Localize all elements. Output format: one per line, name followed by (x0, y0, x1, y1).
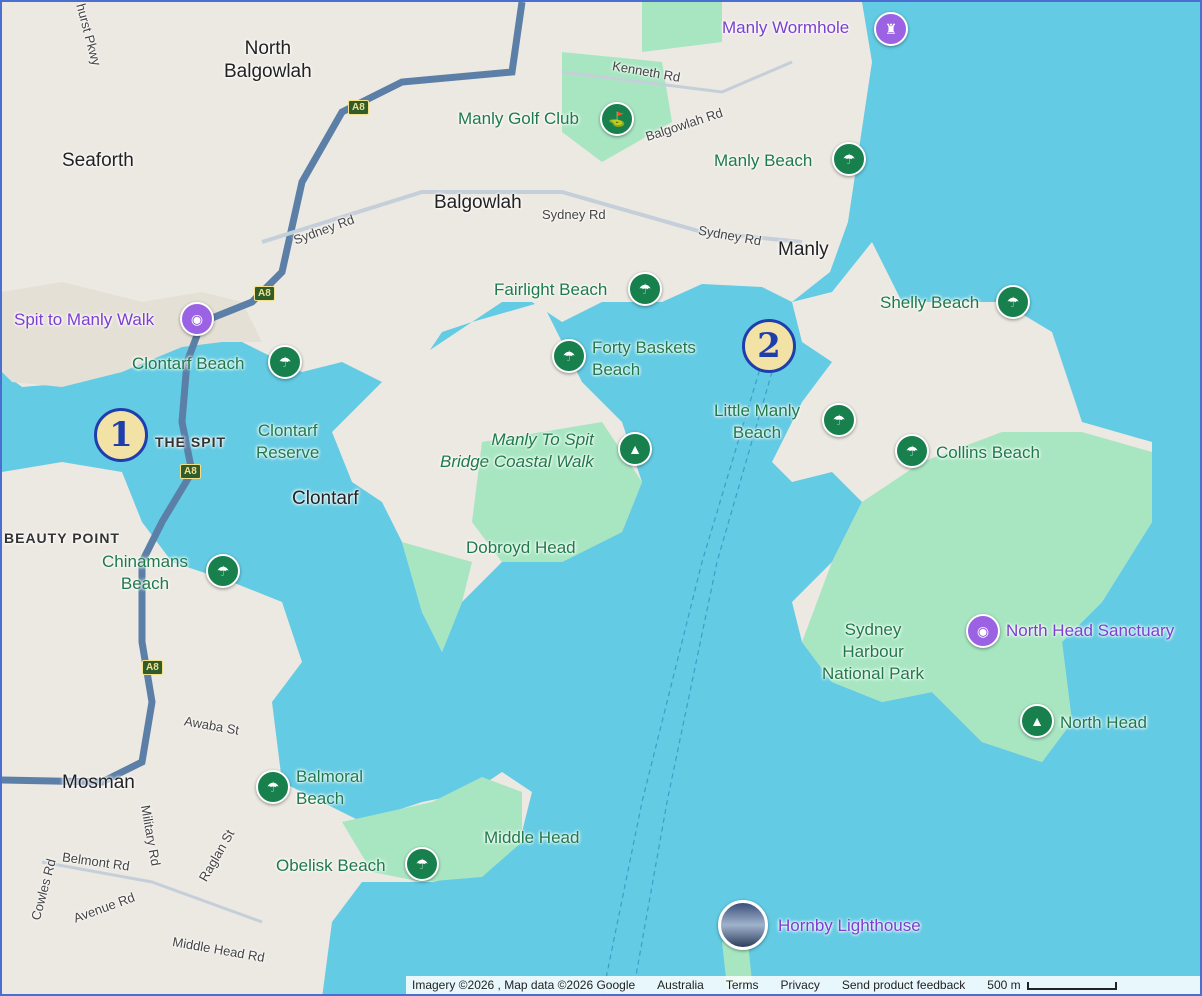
place-manly-wormhole[interactable]: Manly Wormhole (722, 18, 849, 38)
place-north-head-sanctuary[interactable]: North Head Sanctuary (1006, 621, 1174, 641)
beach-umbrella-icon[interactable]: ☂ (268, 345, 302, 379)
place-coastal-walk[interactable]: Manly To Spit Bridge Coastal Walk (440, 429, 594, 473)
place-balmoral-beach[interactable]: Balmoral Beach (296, 766, 363, 810)
scale-label: 500 m (987, 978, 1021, 992)
locality-beauty-point: BEAUTY POINT (4, 530, 120, 546)
scale-bar (1026, 981, 1117, 990)
beach-umbrella-icon[interactable]: ☂ (895, 434, 929, 468)
place-manly-beach[interactable]: Manly Beach (714, 150, 812, 172)
scale-indicator[interactable]: 500 m (987, 978, 1117, 992)
place-manly-golf-club[interactable]: Manly Golf Club (458, 108, 579, 130)
suburb-north-balgowlah: North Balgowlah (224, 38, 312, 82)
beach-umbrella-icon[interactable]: ☂ (822, 403, 856, 437)
route-shield-a8: A8 (142, 660, 163, 675)
place-obelisk-beach[interactable]: Obelisk Beach (276, 855, 386, 877)
suburb-seaforth: Seaforth (62, 150, 134, 171)
attribution-text: Imagery ©2026 , Map data ©2026 Google (412, 978, 636, 992)
beach-umbrella-icon[interactable]: ☂ (628, 272, 662, 306)
feedback-link[interactable]: Send product feedback (842, 978, 965, 992)
place-chinamans-beach[interactable]: Chinamans Beach (102, 551, 188, 595)
map-base-layer (2, 2, 1200, 994)
place-forty-baskets-beach[interactable]: Forty Baskets Beach (592, 337, 696, 381)
suburb-clontarf: Clontarf (292, 488, 359, 509)
marker-2[interactable]: 2 (742, 319, 796, 373)
castle-icon[interactable]: ♜ (874, 12, 908, 46)
beach-umbrella-icon[interactable]: ☂ (996, 285, 1030, 319)
golf-icon[interactable]: ⛳ (600, 102, 634, 136)
map-canvas[interactable]: North Balgowlah Seaforth Balgowlah Manly… (0, 0, 1202, 996)
place-spit-to-manly-walk[interactable]: Spit to Manly Walk (14, 310, 154, 330)
tree-icon[interactable]: ▲ (618, 432, 652, 466)
place-fairlight-beach[interactable]: Fairlight Beach (494, 279, 607, 301)
beach-umbrella-icon[interactable]: ☂ (832, 142, 866, 176)
map-footer: Imagery ©2026 , Map data ©2026 Google Au… (406, 976, 1200, 994)
beach-umbrella-icon[interactable]: ☂ (552, 339, 586, 373)
suburb-manly: Manly (778, 239, 829, 260)
locality-the-spit: THE SPIT (155, 434, 227, 450)
suburb-balgowlah: Balgowlah (434, 192, 522, 213)
beach-umbrella-icon[interactable]: ☂ (206, 554, 240, 588)
suburb-mosman: Mosman (62, 772, 135, 793)
place-clontarf-reserve[interactable]: Clontarf Reserve (256, 420, 319, 464)
camera-icon[interactable]: ◉ (966, 614, 1000, 648)
route-shield-a8: A8 (180, 464, 201, 479)
street-sydney-rd-2: Sydney Rd (542, 207, 606, 222)
country-link[interactable]: Australia (657, 978, 704, 992)
place-middle-head[interactable]: Middle Head (484, 827, 579, 849)
marker-1[interactable]: 1 (94, 408, 148, 462)
place-collins-beach[interactable]: Collins Beach (936, 442, 1040, 464)
beach-umbrella-icon[interactable]: ☂ (256, 770, 290, 804)
place-clontarf-beach[interactable]: Clontarf Beach (132, 353, 244, 375)
route-shield-a8: A8 (348, 100, 369, 115)
tree-icon[interactable]: ▲ (1020, 704, 1054, 738)
place-north-head[interactable]: North Head (1060, 712, 1147, 734)
place-little-manly-beach[interactable]: Little Manly Beach (714, 400, 800, 444)
place-hornby-lighthouse[interactable]: Hornby Lighthouse (778, 916, 921, 936)
place-dobroyd-head[interactable]: Dobroyd Head (466, 537, 576, 559)
privacy-link[interactable]: Privacy (781, 978, 820, 992)
route-shield-a8: A8 (254, 286, 275, 301)
terms-link[interactable]: Terms (726, 978, 759, 992)
place-shelly-beach[interactable]: Shelly Beach (880, 292, 979, 314)
place-sydney-harbour-national-park[interactable]: Sydney Harbour National Park (822, 619, 924, 685)
beach-umbrella-icon[interactable]: ☂ (405, 847, 439, 881)
lighthouse-photo-thumbnail[interactable] (718, 900, 768, 950)
camera-icon[interactable]: ◉ (180, 302, 214, 336)
